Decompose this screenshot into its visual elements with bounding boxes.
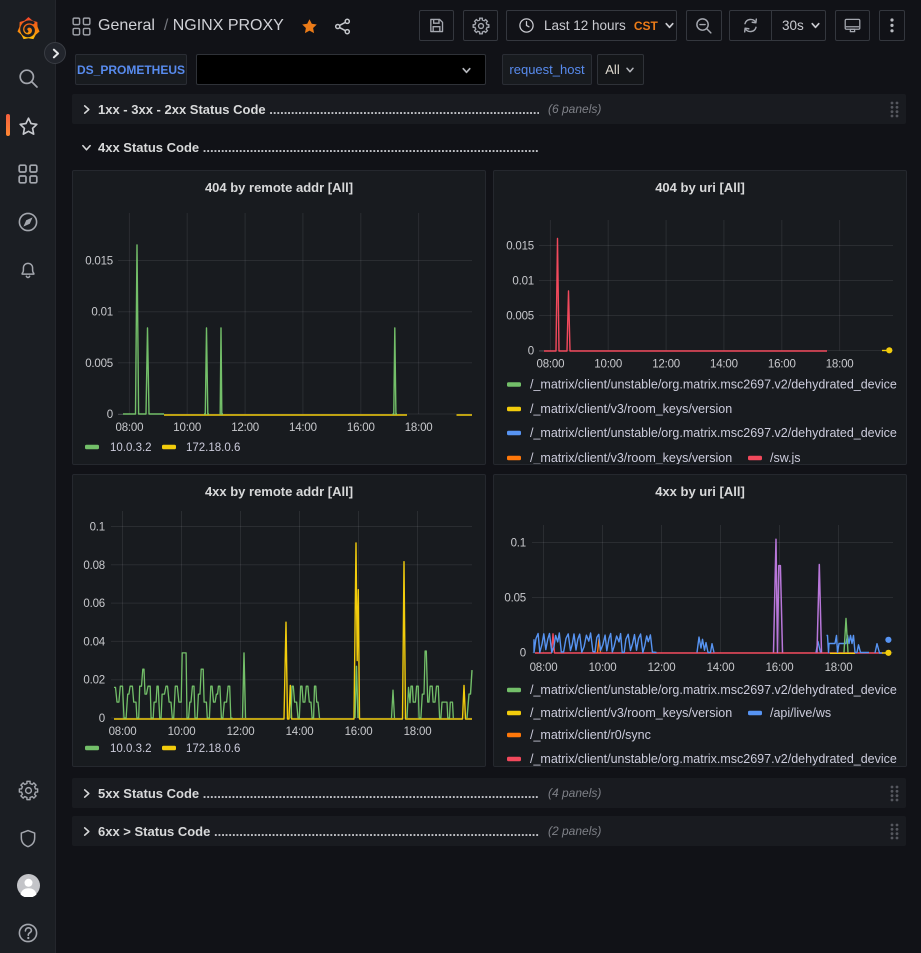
svg-text:0.05: 0.05 [504,593,526,605]
svg-text:0.005: 0.005 [506,311,534,323]
svg-text:14:00: 14:00 [707,662,735,674]
svg-text:/_matrix/client/unstable/org.m: /_matrix/client/unstable/org.matrix.msc2… [530,426,897,440]
svg-text:/_matrix/client/v3/room_keys/v: /_matrix/client/v3/room_keys/version [530,706,732,720]
svg-text:08:00: 08:00 [109,726,137,738]
svg-text:08:00: 08:00 [530,662,558,674]
svg-text:10:00: 10:00 [168,726,196,738]
svg-text:0.08: 0.08 [83,560,105,572]
svg-text:/_matrix/client/unstable/org.m: /_matrix/client/unstable/org.matrix.msc2… [530,378,897,392]
svg-text:10:00: 10:00 [173,422,201,434]
svg-text:12:00: 12:00 [231,422,259,434]
svg-text:/sw.js: /sw.js [770,451,801,465]
svg-text:16:00: 16:00 [347,422,375,434]
svg-text:10:00: 10:00 [589,662,617,674]
svg-text:0.04: 0.04 [83,636,105,648]
svg-text:10:00: 10:00 [594,359,622,371]
svg-text:0.01: 0.01 [512,276,534,288]
svg-text:12:00: 12:00 [652,359,680,371]
svg-text:0.01: 0.01 [91,307,113,319]
svg-text:0.1: 0.1 [90,522,105,534]
svg-text:12:00: 12:00 [648,662,676,674]
svg-text:10.0.3.2: 10.0.3.2 [110,442,152,454]
svg-text:0.005: 0.005 [85,358,113,370]
svg-text:/api/live/ws: /api/live/ws [770,706,831,720]
svg-text:14:00: 14:00 [286,726,314,738]
svg-text:08:00: 08:00 [537,359,565,371]
svg-text:0.06: 0.06 [83,598,105,610]
svg-text:18:00: 18:00 [404,726,432,738]
svg-text:/_matrix/client/v3/room_keys/v: /_matrix/client/v3/room_keys/version [530,402,732,416]
svg-text:0: 0 [520,648,526,660]
svg-text:0.015: 0.015 [506,241,534,253]
svg-text:/_matrix/client/unstable/org.m: /_matrix/client/unstable/org.matrix.msc2… [530,752,897,766]
svg-text:0.1: 0.1 [511,538,526,550]
svg-text:0: 0 [99,713,105,725]
svg-text:12:00: 12:00 [227,726,255,738]
svg-text:10.0.3.2: 10.0.3.2 [110,743,152,755]
svg-text:16:00: 16:00 [768,359,796,371]
svg-text:/_matrix/client/v3/room_keys/v: /_matrix/client/v3/room_keys/version [530,451,732,465]
svg-text:16:00: 16:00 [766,662,794,674]
svg-text:0.02: 0.02 [83,675,105,687]
svg-text:0: 0 [107,409,113,421]
svg-text:172.18.0.6: 172.18.0.6 [186,442,240,454]
svg-text:0: 0 [528,346,534,358]
svg-text:08:00: 08:00 [116,422,144,434]
svg-text:18:00: 18:00 [825,662,853,674]
svg-text:18:00: 18:00 [405,422,433,434]
svg-text:16:00: 16:00 [345,726,373,738]
svg-text:14:00: 14:00 [710,359,738,371]
svg-text:18:00: 18:00 [826,359,854,371]
svg-text:/_matrix/client/unstable/org.m: /_matrix/client/unstable/org.matrix.msc2… [530,683,897,697]
svg-text:14:00: 14:00 [289,422,317,434]
svg-text:0.015: 0.015 [85,256,113,268]
svg-text:/_matrix/client/r0/sync: /_matrix/client/r0/sync [530,728,651,742]
svg-text:172.18.0.6: 172.18.0.6 [186,743,240,755]
